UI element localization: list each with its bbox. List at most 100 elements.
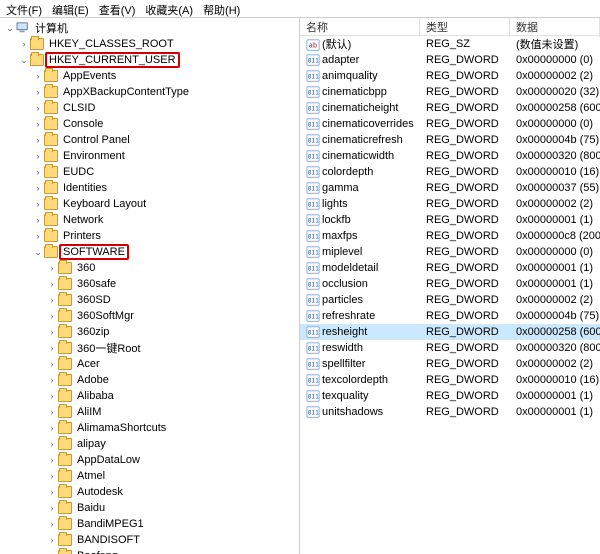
tree-item[interactable]: › Baofeng <box>0 548 299 554</box>
chevron-icon[interactable]: › <box>32 199 44 209</box>
menu-favorites[interactable]: 收藏夹(A) <box>145 2 193 15</box>
menu-view[interactable]: 查看(V) <box>99 2 136 15</box>
chevron-icon[interactable]: › <box>46 439 58 449</box>
list-row[interactable]: 011modeldetail REG_DWORD 0x00000001 (1) <box>300 260 600 276</box>
tree-item[interactable]: › AppDataLow <box>0 452 299 468</box>
chevron-icon[interactable]: ⌄ <box>32 247 44 258</box>
list-row[interactable]: 011unitshadows REG_DWORD 0x00000001 (1) <box>300 404 600 420</box>
tree-item[interactable]: › 360zip <box>0 324 299 340</box>
chevron-icon[interactable]: › <box>32 231 44 241</box>
col-type[interactable]: 类型 <box>420 18 510 37</box>
tree-item[interactable]: › HKEY_CLASSES_ROOT <box>0 36 299 52</box>
chevron-icon[interactable]: ⌄ <box>18 55 30 66</box>
chevron-icon[interactable]: › <box>46 375 58 385</box>
chevron-icon[interactable]: › <box>46 519 58 529</box>
list-row[interactable]: 011lights REG_DWORD 0x00000002 (2) <box>300 196 600 212</box>
chevron-icon[interactable]: › <box>46 359 58 369</box>
chevron-icon[interactable]: › <box>46 263 58 273</box>
chevron-icon[interactable]: › <box>32 151 44 161</box>
chevron-icon[interactable]: › <box>46 343 58 353</box>
tree-item[interactable]: › Identities <box>0 180 299 196</box>
tree-item[interactable]: › BandiMPEG1 <box>0 516 299 532</box>
chevron-icon[interactable]: › <box>46 407 58 417</box>
chevron-icon[interactable]: › <box>46 279 58 289</box>
chevron-icon[interactable]: › <box>46 487 58 497</box>
tree-item[interactable]: › Keyboard Layout <box>0 196 299 212</box>
list-row[interactable]: 011cinematicwidth REG_DWORD 0x00000320 (… <box>300 148 600 164</box>
tree-item[interactable]: › 360一键Root <box>0 340 299 356</box>
tree-item[interactable]: › Autodesk <box>0 484 299 500</box>
chevron-icon[interactable]: › <box>46 503 58 513</box>
menu-edit[interactable]: 编辑(E) <box>52 2 89 15</box>
menu-file[interactable]: 文件(F) <box>6 2 42 15</box>
list-row[interactable]: 011miplevel REG_DWORD 0x00000000 (0) <box>300 244 600 260</box>
list-row[interactable]: 011cinematicbpp REG_DWORD 0x00000020 (32… <box>300 84 600 100</box>
chevron-icon[interactable]: › <box>46 295 58 305</box>
tree-item[interactable]: › Console <box>0 116 299 132</box>
tree-item[interactable]: › AliIM <box>0 404 299 420</box>
chevron-icon[interactable]: › <box>18 39 30 49</box>
tree-item[interactable]: › Atmel <box>0 468 299 484</box>
chevron-icon[interactable]: › <box>46 311 58 321</box>
tree-item[interactable]: ⌄ HKEY_CURRENT_USER <box>0 52 299 68</box>
chevron-icon[interactable]: › <box>32 103 44 113</box>
tree-item[interactable]: › AlimamaShortcuts <box>0 420 299 436</box>
list-row[interactable]: 011gamma REG_DWORD 0x00000037 (55) <box>300 180 600 196</box>
list-row[interactable]: 011adapter REG_DWORD 0x00000000 (0) <box>300 52 600 68</box>
list-row[interactable]: 011cinematicrefresh REG_DWORD 0x0000004b… <box>300 132 600 148</box>
list-row[interactable]: 011refreshrate REG_DWORD 0x0000004b (75) <box>300 308 600 324</box>
col-data[interactable]: 数据 <box>510 18 600 37</box>
tree-item[interactable]: ⌄ SOFTWARE <box>0 244 299 260</box>
chevron-icon[interactable]: › <box>32 167 44 177</box>
chevron-icon[interactable]: › <box>46 327 58 337</box>
list-row[interactable]: 011resheight REG_DWORD 0x00000258 (600) <box>300 324 600 340</box>
tree-item[interactable]: › EUDC <box>0 164 299 180</box>
tree-item[interactable]: › 360SoftMgr <box>0 308 299 324</box>
tree-item[interactable]: › AppEvents <box>0 68 299 84</box>
chevron-icon[interactable]: › <box>46 535 58 545</box>
tree-item[interactable]: › Control Panel <box>0 132 299 148</box>
list-row[interactable]: 011spellfilter REG_DWORD 0x00000002 (2) <box>300 356 600 372</box>
chevron-icon[interactable]: › <box>46 423 58 433</box>
list-row[interactable]: 011texquality REG_DWORD 0x00000001 (1) <box>300 388 600 404</box>
list-row[interactable]: 011colordepth REG_DWORD 0x00000010 (16) <box>300 164 600 180</box>
chevron-icon[interactable]: › <box>32 87 44 97</box>
list-row[interactable]: 011cinematicoverrides REG_DWORD 0x000000… <box>300 116 600 132</box>
list-row[interactable]: 011cinematicheight REG_DWORD 0x00000258 … <box>300 100 600 116</box>
tree-item[interactable]: ⌄ 计算机 <box>0 20 299 36</box>
tree-item[interactable]: › BANDISOFT <box>0 532 299 548</box>
chevron-icon[interactable]: › <box>32 215 44 225</box>
tree-item[interactable]: › 360SD <box>0 292 299 308</box>
list-row[interactable]: 011lockfb REG_DWORD 0x00000001 (1) <box>300 212 600 228</box>
tree-item[interactable]: › 360 <box>0 260 299 276</box>
tree-item[interactable]: › Acer <box>0 356 299 372</box>
value-list[interactable]: 名称 类型 数据 ab(默认) REG_SZ (数值未设置) 011adapte… <box>300 18 600 554</box>
tree-item[interactable]: › AppXBackupContentType <box>0 84 299 100</box>
list-row[interactable]: 011texcolordepth REG_DWORD 0x00000010 (1… <box>300 372 600 388</box>
tree-item[interactable]: › Environment <box>0 148 299 164</box>
chevron-icon[interactable]: › <box>32 119 44 129</box>
tree-item[interactable]: › Network <box>0 212 299 228</box>
tree-panel[interactable]: ⌄ 计算机 › HKEY_CLASSES_ROOT ⌄ HKEY_CURRENT… <box>0 18 300 554</box>
tree-item[interactable]: › Alibaba <box>0 388 299 404</box>
list-row[interactable]: 011maxfps REG_DWORD 0x000000c8 (200) <box>300 228 600 244</box>
tree-item[interactable]: › Printers <box>0 228 299 244</box>
tree-item[interactable]: › Adobe <box>0 372 299 388</box>
tree-item[interactable]: › Baidu <box>0 500 299 516</box>
chevron-icon[interactable]: › <box>32 135 44 145</box>
chevron-icon[interactable]: ⌄ <box>4 23 16 34</box>
tree-item[interactable]: › alipay <box>0 436 299 452</box>
tree-item[interactable]: › 360safe <box>0 276 299 292</box>
chevron-icon[interactable]: › <box>32 71 44 81</box>
list-row-default[interactable]: ab(默认) REG_SZ (数值未设置) <box>300 36 600 52</box>
list-row[interactable]: 011particles REG_DWORD 0x00000002 (2) <box>300 292 600 308</box>
chevron-icon[interactable]: › <box>46 471 58 481</box>
list-row[interactable]: 011animquality REG_DWORD 0x00000002 (2) <box>300 68 600 84</box>
tree-item[interactable]: › CLSID <box>0 100 299 116</box>
chevron-icon[interactable]: › <box>46 455 58 465</box>
chevron-icon[interactable]: › <box>32 183 44 193</box>
chevron-icon[interactable]: › <box>46 391 58 401</box>
list-row[interactable]: 011occlusion REG_DWORD 0x00000001 (1) <box>300 276 600 292</box>
col-name[interactable]: 名称 <box>300 18 420 37</box>
menu-help[interactable]: 帮助(H) <box>203 2 240 15</box>
